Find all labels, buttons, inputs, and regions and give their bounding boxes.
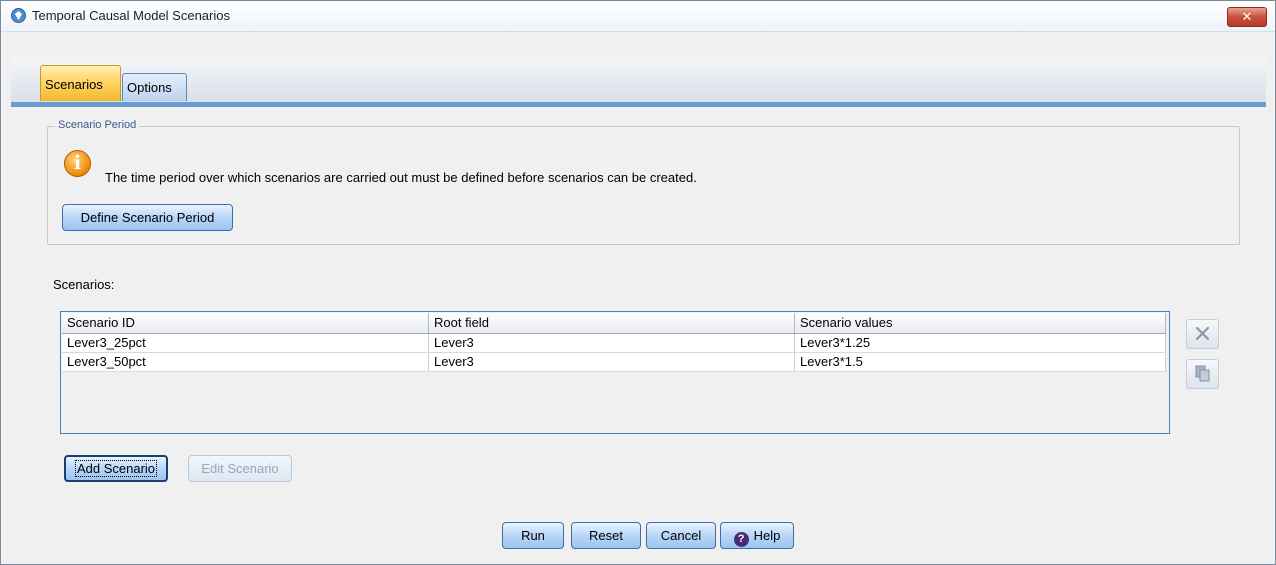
help-button[interactable]: ? Help [720,522,794,549]
tab-strip [11,57,1266,107]
column-header-root-field[interactable]: Root field [429,313,795,333]
close-button[interactable]: ✕ [1227,7,1267,27]
help-label: Help [753,528,781,543]
cell-scenario-values: Lever3*1.5 [795,353,1166,371]
tab-options[interactable]: Options [122,73,187,101]
info-icon: i [64,150,91,177]
scenarios-label: Scenarios: [53,277,115,292]
title-bar: Temporal Causal Model Scenarios ✕ [1,1,1275,32]
help-icon: ? [733,532,749,547]
window-title: Temporal Causal Model Scenarios [32,8,230,23]
edit-scenario-button: Edit Scenario [188,455,292,482]
cancel-button[interactable]: Cancel [646,522,716,549]
reset-button[interactable]: Reset [571,522,641,549]
table-row[interactable]: Lever3_25pct Lever3 Lever3*1.25 [62,334,1166,353]
delete-icon [1195,326,1210,341]
cell-scenario-id: Lever3_25pct [62,334,429,352]
dialog-window: Temporal Causal Model Scenarios ✕ Scenar… [0,0,1276,565]
run-button[interactable]: Run [502,522,564,549]
column-header-scenario-values[interactable]: Scenario values [795,313,1166,333]
cell-scenario-id: Lever3_50pct [62,353,429,371]
tab-underline [11,102,1266,107]
delete-scenario-button[interactable] [1186,319,1219,349]
scenarios-table[interactable]: Scenario ID Root field Scenario values L… [60,311,1170,434]
info-message: The time period over which scenarios are… [105,170,697,185]
table-row[interactable]: Lever3_50pct Lever3 Lever3*1.5 [62,353,1166,372]
add-scenario-label: Add Scenario [74,460,158,477]
tab-scenarios[interactable]: Scenarios [40,65,121,101]
app-icon [11,8,26,23]
add-scenario-button[interactable]: Add Scenario [64,455,168,482]
copy-scenario-button[interactable] [1186,359,1219,389]
cell-root-field: Lever3 [429,353,795,371]
cell-root-field: Lever3 [429,334,795,352]
copy-icon [1195,365,1210,382]
cell-scenario-values: Lever3*1.25 [795,334,1166,352]
column-header-scenario-id[interactable]: Scenario ID [62,313,429,333]
define-scenario-period-button[interactable]: Define Scenario Period [62,204,233,231]
table-header: Scenario ID Root field Scenario values [62,313,1166,334]
scenario-period-legend: Scenario Period [55,119,140,131]
